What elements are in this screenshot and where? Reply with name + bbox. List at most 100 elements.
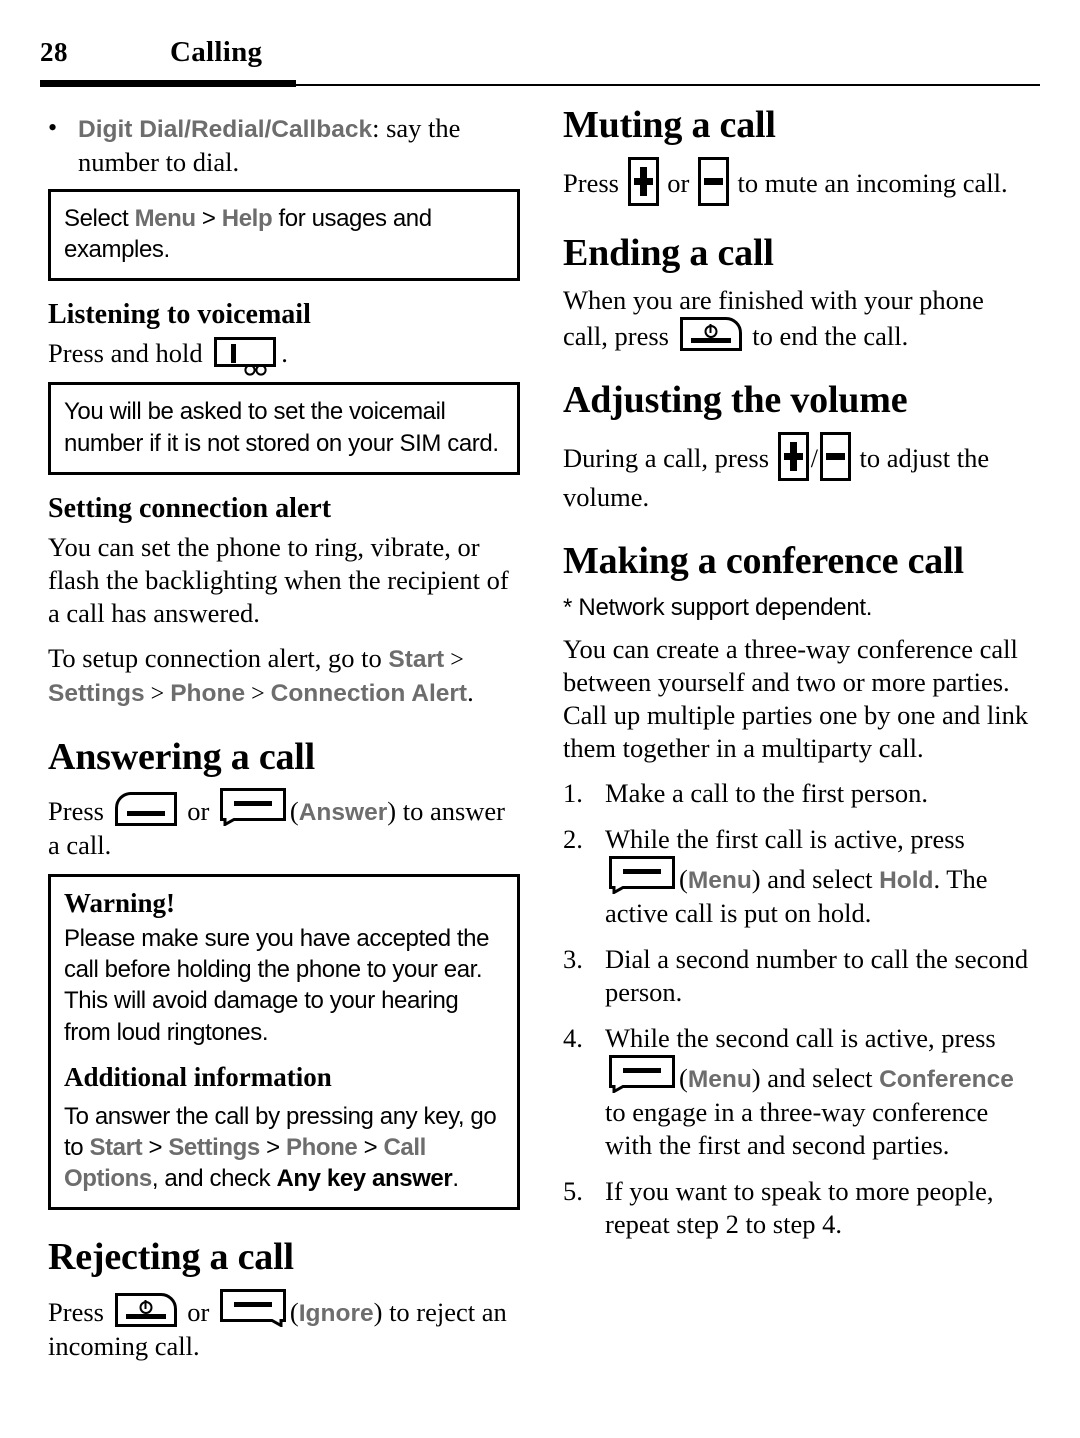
step-number: 1. <box>563 778 583 809</box>
ui-term-help: Help <box>221 204 273 232</box>
step-number: 4. <box>563 1023 583 1054</box>
muting-tail: to mute an incoming call. <box>730 167 1008 198</box>
ui-term-digit-dial: Digit Dial/Redial/Callback <box>78 116 373 143</box>
step4-paren-open: ( <box>679 1063 688 1094</box>
step2-paren-close: ) <box>751 864 761 895</box>
step4-paren-close: ) <box>751 1063 761 1094</box>
note-help-text: Select Menu > Help for usages and exampl… <box>64 203 504 265</box>
ui-term-any-key-answer: Any key answer <box>276 1165 453 1193</box>
step-text: If you want to speak to more people, rep… <box>605 1176 994 1240</box>
ignore-paren-open: ( <box>289 1296 299 1327</box>
step-text: Dial a second number to call the second … <box>605 944 1029 1008</box>
bullet-marker: • <box>48 113 58 142</box>
additional-information-body: To answer the call by pressing any key, … <box>64 1101 504 1195</box>
connection-alert-period: . <box>467 677 474 707</box>
plus-vertical-bar-2 <box>789 441 797 471</box>
page-number: 28 <box>40 37 68 67</box>
section-title-ending: Ending a call <box>563 231 774 274</box>
additional-mid: , and check <box>151 1165 277 1193</box>
step-text: While the first call is active, press (M… <box>605 823 1035 930</box>
voicemail-glyph <box>244 351 268 376</box>
note-box-voicemail: You will be asked to set the voicemail n… <box>48 382 520 475</box>
ui-term-phone: Phone <box>170 680 246 707</box>
section-title-adjusting: Adjusting the volume <box>563 379 908 422</box>
additional-period: . <box>452 1165 459 1193</box>
answer-paren-open: ( <box>289 796 299 827</box>
right-softkey-icon <box>219 1288 286 1327</box>
key-separator-slash: / <box>810 443 818 473</box>
minus-bar <box>703 178 723 186</box>
page-header: 28 Calling <box>40 36 1040 88</box>
answering-press: Press <box>48 796 104 827</box>
ui-term-settings: Settings <box>48 680 145 707</box>
step2-paren-open: ( <box>679 864 688 895</box>
header-rule <box>40 80 1040 88</box>
list-item: 5. If you want to speak to more people, … <box>563 1175 1035 1241</box>
separator-gt-5: > <box>259 1133 286 1161</box>
key-one-voicemail-icon <box>214 337 277 376</box>
adjusting-instruction: During a call, press / to adjust the vol… <box>563 431 1035 514</box>
ui-term-start-2: Start <box>89 1133 143 1161</box>
left-softkey-icon-2 <box>609 856 675 895</box>
rejecting-instruction: Press or (Ignore) to reject an incoming … <box>48 1288 520 1363</box>
bullet-digit-dial: • Digit Dial/Redial/Callback: say the nu… <box>48 112 520 179</box>
end-key-bar <box>125 1313 166 1319</box>
volume-down-key-icon-2 <box>819 431 851 481</box>
additional-information-title: Additional information <box>64 1061 332 1092</box>
subsection-title-voicemail: Listening to voicemail <box>48 299 311 331</box>
answering-or: or <box>187 796 210 827</box>
bullet-text: Digit Dial/Redial/Callback: say the numb… <box>78 112 520 179</box>
header-row: 28 Calling <box>40 36 1040 76</box>
connection-alert-para2: To setup connection alert, go to Start >… <box>48 642 520 709</box>
list-item: 2. While the first call is active, press… <box>563 823 1035 930</box>
answering-instruction: Press or (Answer) to answer a call. <box>48 788 520 862</box>
separator-gt-3: > <box>245 681 271 707</box>
voicemail-trailing: . <box>281 338 288 369</box>
end-key-icon <box>114 1292 177 1327</box>
ui-term-hold: Hold <box>879 867 934 895</box>
step-number: 5. <box>563 1176 583 1207</box>
end-key-icon-2 <box>679 317 742 352</box>
answer-paren-close: ) <box>387 796 397 827</box>
note-box-help: Select Menu > Help for usages and exampl… <box>48 188 520 282</box>
digit-one-glyph <box>231 344 237 364</box>
header-rule-thin <box>296 84 1040 86</box>
connection-alert-lead: To setup connection alert, go to <box>48 643 389 674</box>
section-title-muting: Muting a call <box>563 104 776 146</box>
separator-gt-6: > <box>357 1133 384 1161</box>
send-key-icon <box>114 792 177 827</box>
chapter-title: Calling <box>170 36 263 68</box>
volume-up-key-icon <box>627 156 659 206</box>
end-key-bar-2 <box>690 338 731 344</box>
separator-gt-1: > <box>444 647 464 674</box>
separator-gt-2: > <box>144 681 171 707</box>
muting-instruction: Press or to mute an incoming call. <box>563 156 1035 206</box>
volume-down-key-icon <box>697 156 729 206</box>
step-number: 2. <box>563 824 583 855</box>
adjusting-lead: During a call, press <box>563 442 776 473</box>
step4-tail: to engage in a three-way conference with… <box>605 1097 989 1161</box>
step-text: Make a call to the first person. <box>605 778 929 809</box>
rejecting-or: or <box>187 1296 210 1327</box>
left-softkey-icon <box>219 788 286 827</box>
section-title-rejecting: Rejecting a call <box>48 1236 294 1279</box>
step2-mid: and select <box>760 864 880 895</box>
ui-term-start: Start <box>388 646 445 674</box>
power-symbol-glyph-2 <box>704 325 718 339</box>
step4-lead: While the second call is active, press <box>605 1023 996 1054</box>
ui-term-phone-2: Phone <box>285 1133 358 1161</box>
send-key-bar <box>126 811 165 817</box>
section-title-conference: Making a conference call <box>563 540 964 583</box>
muting-or: or <box>667 167 690 198</box>
ui-term-menu: Menu <box>134 204 196 232</box>
ui-term-conference: Conference <box>879 1066 1014 1094</box>
conference-intro: You can create a three-way conference ca… <box>563 633 1029 763</box>
warning-body: Please make sure you have accepted the c… <box>64 924 490 1046</box>
left-column: • Digit Dial/Redial/Callback: say the nu… <box>48 104 520 1375</box>
muting-press: Press <box>563 167 619 198</box>
volume-up-key-icon-2 <box>777 431 809 481</box>
step4-mid: and select <box>760 1063 880 1094</box>
right-column: Muting a call Press or to mute an incomi… <box>563 104 1035 1255</box>
warning-title: Warning! <box>64 887 176 918</box>
step-text: While the second call is active, press (… <box>605 1022 1035 1162</box>
